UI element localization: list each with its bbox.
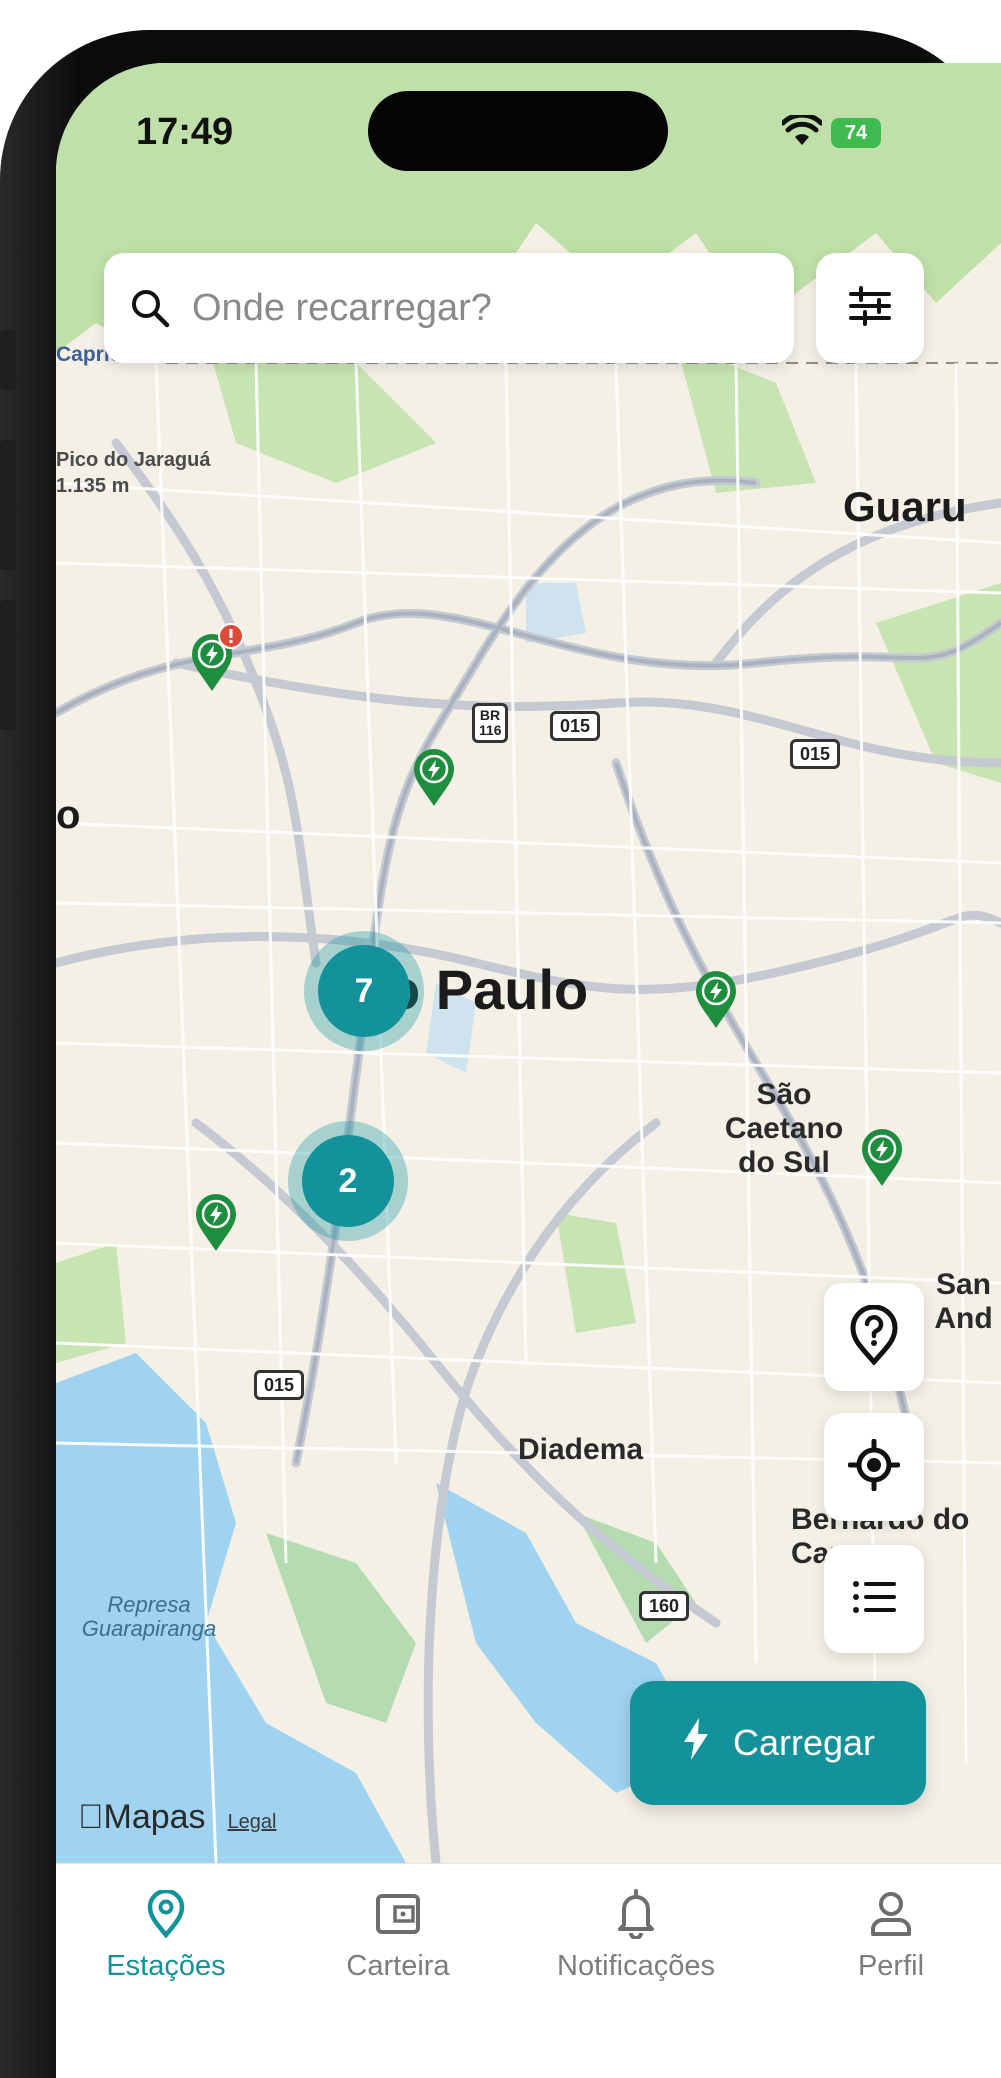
left-edge-label: o [56, 793, 81, 837]
pico-altitude-label: 1.135 m [56, 475, 130, 497]
cluster-count: 2 [302, 1135, 394, 1227]
tab-bar: Estações Carteira Notificações Perfil [56, 1863, 1001, 2078]
list-view-button[interactable] [824, 1545, 924, 1653]
help-button[interactable] [824, 1283, 924, 1391]
wifi-icon [780, 112, 824, 152]
apple-maps-logo: Mapas [78, 1798, 206, 1836]
search-bar[interactable] [104, 253, 794, 363]
station-cluster[interactable]: 2 [288, 1121, 408, 1241]
user-icon [781, 1884, 1001, 1944]
volume-down-button [0, 600, 16, 730]
road-shield-015-a: 015 [550, 711, 601, 741]
cluster-count: 7 [318, 945, 410, 1037]
search-input[interactable] [190, 285, 754, 331]
tab-estacoes[interactable]: Estações [56, 1884, 276, 1983]
search-icon [130, 288, 170, 328]
pico-label: Pico do Jaraguá [56, 449, 211, 471]
road-shield-015-c: 015 [254, 1370, 305, 1400]
bell-icon [521, 1884, 751, 1944]
tab-label: Perfil [857, 1950, 925, 1982]
maps-attribution: Mapas Legal [78, 1798, 277, 1837]
diadema-label: Diadema [518, 1433, 644, 1466]
road-shield-160: 160 [639, 1591, 690, 1621]
app-screen: Capricórnio Pico do Jaraguá 1.135 m Guar… [56, 63, 1001, 2078]
battery-indicator: 74 [831, 118, 881, 148]
charging-station-pin[interactable] [694, 970, 738, 1030]
locate-me-button[interactable] [824, 1413, 924, 1521]
sao-caetano-label: São Caetano do Sul [724, 1078, 844, 1179]
dynamic-island [368, 91, 668, 171]
road-shield-br116: BR 116 [472, 703, 508, 743]
tab-perfil[interactable]: Perfil [781, 1884, 1001, 1983]
sliders-icon [847, 284, 893, 333]
guarulhos-label: Guaru [843, 483, 967, 530]
tab-label: Carteira [346, 1950, 450, 1982]
help-pin-icon [849, 1304, 899, 1370]
alert-badge-icon [218, 623, 244, 649]
station-cluster[interactable]: 7 [304, 931, 424, 1051]
charging-station-pin[interactable] [194, 1193, 238, 1253]
charging-station-pin[interactable] [860, 1128, 904, 1188]
map-pin-icon [56, 1884, 276, 1944]
action-button [0, 330, 16, 390]
volume-up-button [0, 440, 16, 570]
charge-button[interactable]: Carregar [630, 1681, 926, 1805]
lightning-bolt-icon [681, 1716, 711, 1771]
legal-link[interactable]: Legal [228, 1811, 277, 1834]
filter-button[interactable] [816, 253, 924, 363]
tab-label: Notificações [557, 1950, 715, 1982]
tab-label: Estações [106, 1950, 226, 1982]
charging-station-pin[interactable] [412, 748, 456, 808]
tab-notificacoes[interactable]: Notificações [521, 1884, 751, 1983]
tab-carteira[interactable]: Carteira [288, 1884, 508, 1983]
crosshair-icon [847, 1438, 901, 1496]
santo-andre-label: San And [934, 1268, 993, 1335]
represa-label: Represa Guarapiranga [81, 1592, 217, 1641]
charge-button-label: Carregar [732, 1722, 876, 1763]
status-time: 17:49 [136, 111, 234, 153]
list-icon [852, 1579, 896, 1620]
road-shield-015-b: 015 [790, 739, 841, 769]
wallet-icon [288, 1884, 508, 1944]
